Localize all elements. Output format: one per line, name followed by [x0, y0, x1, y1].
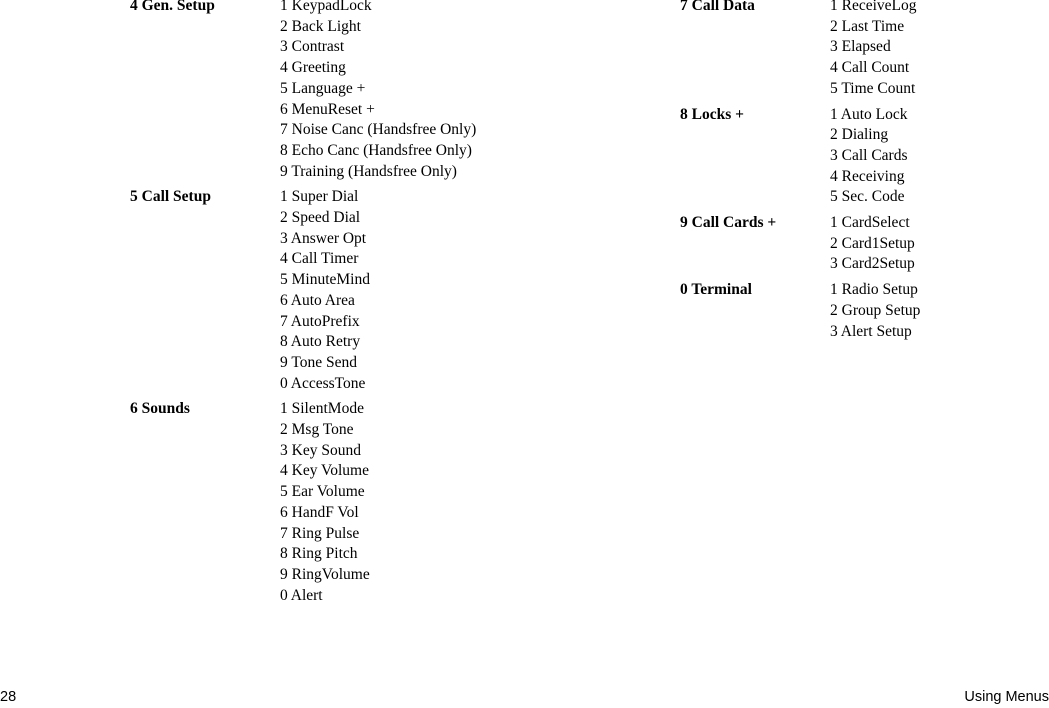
menu-item: 1 CardSelect: [830, 214, 910, 232]
menu-item: 5 Language +: [280, 79, 366, 97]
menu-item: 0 Alert: [280, 586, 323, 604]
menu-column-left: 4 Gen. Setup 1 KeypadLock 2 Back Light 3 Co…: [130, 0, 650, 611]
menu-item-list: 1 CardSelect 2 Card1Setup 3 Card2Setup: [830, 213, 1040, 275]
menu-item: 3 Card2Setup: [830, 255, 915, 273]
menu-item: 5 Ear Volume: [280, 483, 365, 501]
menu-item: 8 Echo Canc (Handsfree Only): [280, 141, 472, 159]
menu-group-title: 5 Call Setup: [130, 188, 211, 206]
menu-item: 9 Training (Handsfree Only): [280, 162, 457, 180]
menu-group-title: 6 Sounds: [130, 400, 190, 418]
menu-group-title: 8 Locks +: [680, 105, 744, 123]
menu-item: 6 MenuReset +: [280, 100, 375, 118]
menu-item: 2 Back Light: [280, 17, 361, 35]
document-page: 4 Gen. Setup 1 KeypadLock 2 Back Light 3 Co…: [0, 0, 1049, 708]
menu-item-list: 1 ReceiveLog 2 Last Time 3 Elapsed 4 Call C…: [830, 0, 1040, 100]
menu-item: 7 Noise Canc (Handsfree Only): [280, 121, 477, 139]
menu-item: 3 Elapsed: [830, 38, 891, 56]
menu-item: 2 Dialing: [830, 126, 889, 144]
menu-item: 4 Greeting: [280, 59, 346, 77]
page-footer: 28 Using Menus: [0, 678, 1049, 708]
menu-item: 8 Auto Retry: [280, 333, 361, 351]
menu-item: 9 RingVolume: [280, 565, 370, 583]
menu-item: 7 Ring Pulse: [280, 524, 360, 542]
menu-item: 3 Call Cards: [830, 146, 908, 164]
menu-item: 1 ReceiveLog: [830, 0, 917, 14]
menu-item: 4 Call Count: [830, 59, 910, 77]
menu-item: 1 Radio Setup: [830, 281, 918, 299]
menu-item-list: 1 Auto Lock 2 Dialing 3 Call Cards 4 Receiv…: [830, 105, 1040, 209]
menu-item-list: 1 SilentMode 2 Msg Tone 3 Key Sound 4 Key V…: [280, 399, 650, 606]
page-number: 28: [0, 689, 17, 705]
menu-item: 4 Receiving: [830, 167, 905, 185]
menu-item: 6 HandF Vol: [280, 503, 359, 521]
menu-group-title: 7 Call Data: [680, 0, 755, 14]
menu-group: 7 Call Data 1 ReceiveLog 2 Last Time 3 Elap…: [680, 0, 1040, 100]
menu-item: 1 KeypadLock: [280, 0, 372, 14]
menu-item: 3 Alert Setup: [830, 322, 912, 340]
menu-item: 3 Contrast: [280, 38, 345, 56]
running-head: Using Menus: [964, 689, 1049, 705]
menu-item: 2 Msg Tone: [280, 421, 354, 439]
menu-item: 6 Auto Area: [280, 291, 355, 309]
menu-item: 4 Key Volume: [280, 462, 369, 480]
menu-item: 4 Call Timer: [280, 250, 359, 268]
menu-item: 7 AutoPrefix: [280, 312, 360, 330]
menu-item: 1 Super Dial: [280, 188, 359, 206]
menu-item-list: 1 Super Dial 2 Speed Dial 3 Answer Opt 4 Ca…: [280, 187, 650, 394]
menu-group: 4 Gen. Setup 1 KeypadLock 2 Back Light 3 Co…: [130, 0, 650, 182]
menu-group-title: 4 Gen. Setup: [130, 0, 215, 14]
menu-item: 1 SilentMode: [280, 400, 364, 418]
menu-item-list: 1 KeypadLock 2 Back Light 3 Contrast 4 Gree…: [280, 0, 650, 182]
menu-group-title: 0 Terminal: [680, 281, 752, 299]
menu-item: 2 Card1Setup: [830, 234, 915, 252]
menu-item: 9 Tone Send: [280, 353, 357, 371]
menu-group: 0 Terminal 1 Radio Setup 2 Group Setup 3 Al…: [680, 280, 1040, 342]
menu-group: 6 Sounds 1 SilentMode 2 Msg Tone 3 Key Soun…: [130, 399, 650, 606]
menu-item: 5 Sec. Code: [830, 188, 905, 206]
menu-item: 3 Answer Opt: [280, 229, 367, 247]
menu-group: 9 Call Cards + 1 CardSelect 2 Card1Setup 3 …: [680, 213, 1040, 275]
menu-item: 2 Group Setup: [830, 301, 921, 319]
menu-group: 5 Call Setup 1 Super Dial 2 Speed Dial 3 An…: [130, 187, 650, 394]
menu-column-right: 7 Call Data 1 ReceiveLog 2 Last Time 3 Elap…: [680, 0, 1040, 347]
menu-item: 2 Last Time: [830, 17, 905, 35]
menu-item: 1 Auto Lock: [830, 105, 908, 123]
menu-item: 5 Time Count: [830, 79, 916, 97]
menu-item-list: 1 Radio Setup 2 Group Setup 3 Alert Setup: [830, 280, 1040, 342]
menu-item: 0 AccessTone: [280, 374, 366, 392]
menu-group-title: 9 Call Cards +: [680, 214, 777, 232]
menu-group: 8 Locks + 1 Auto Lock 2 Dialing 3 Call Card…: [680, 105, 1040, 209]
menu-item: 3 Key Sound: [280, 441, 361, 459]
menu-item: 5 MinuteMind: [280, 271, 370, 289]
menu-item: 2 Speed Dial: [280, 209, 361, 227]
menu-item: 8 Ring Pitch: [280, 545, 358, 563]
